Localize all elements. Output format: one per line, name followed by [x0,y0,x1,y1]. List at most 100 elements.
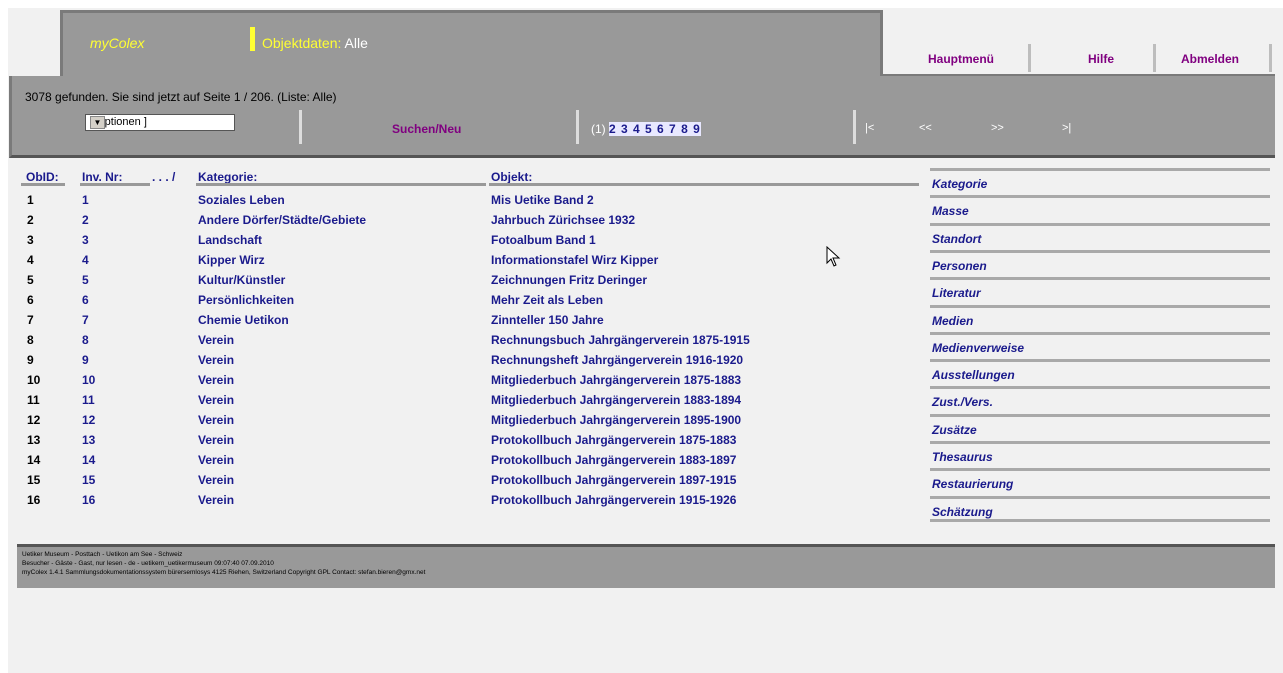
side-menu-item[interactable]: Standort [930,222,1280,249]
row-objekt-link[interactable]: Jahrbuch Zürichsee 1932 [491,213,635,227]
side-menu-link[interactable]: Zust./Vers. [932,395,993,409]
row-kategorie-link[interactable]: Verein [198,493,234,507]
table-row[interactable]: 7 7 Chemie Uetikon Zinnteller 150 Jahre [20,313,920,333]
column-header-id[interactable]: ObID: [26,170,59,184]
row-kategorie-link[interactable]: Verein [198,453,234,467]
table-row[interactable]: 16 16 Verein Protokollbuch Jahrgängerverein… [20,493,920,513]
table-row[interactable]: 9 9 Verein Rechnungsheft Jahrgängerverein 1… [20,353,920,373]
last-page-button[interactable]: >| [1062,122,1071,134]
row-inv-link[interactable]: 1 [82,193,89,207]
row-kategorie-link[interactable]: Andere Dörfer/Städte/Gebiete [198,213,366,227]
row-kategorie-link[interactable]: Verein [198,473,234,487]
first-page-button[interactable]: |< [865,122,874,134]
side-menu-item[interactable]: Thesaurus [930,441,1280,467]
side-menu-link[interactable]: Ausstellungen [932,368,1015,382]
previous-page-button[interactable]: << [919,122,932,134]
row-kategorie-link[interactable]: Kipper Wirz [198,253,265,267]
row-objekt-link[interactable]: Mitgliederbuch Jahrgängerverein 1883-189… [491,393,741,407]
table-row[interactable]: 11 11 Verein Mitgliederbuch Jahrgängerverei… [20,393,920,413]
side-menu-link[interactable]: Restaurierung [932,477,1013,491]
column-header-kategorie[interactable]: Kategorie: [198,170,257,184]
row-inv-link[interactable]: 6 [82,293,89,307]
row-kategorie-link[interactable]: Landschaft [198,233,262,247]
row-inv-link[interactable]: 13 [82,433,95,447]
row-objekt-link[interactable]: Mitgliederbuch Jahrgängerverein 1895-190… [491,413,741,427]
row-kategorie-link[interactable]: Kultur/Künstler [198,273,285,287]
side-menu-link[interactable]: Medien [932,314,973,328]
row-kategorie-link[interactable]: Persönlichkeiten [198,293,294,307]
table-row[interactable]: 10 10 Verein Mitgliederbuch Jahrgängerverei… [20,373,920,393]
page-number-links[interactable]: 2 3 4 5 6 7 8 9 [609,122,701,136]
row-objekt-link[interactable]: Rechnungsbuch Jahrgängerverein 1875-1915 [491,333,750,347]
table-row[interactable]: 13 13 Verein Protokollbuch Jahrgängerverein… [20,433,920,453]
row-objekt-link[interactable]: Informationstafel Wirz Kipper [491,253,658,267]
side-menu-item[interactable]: Medienverweise [930,331,1280,358]
row-objekt-link[interactable]: Mis Uetike Band 2 [491,193,594,207]
table-row[interactable]: 8 8 Verein Rechnungsbuch Jahrgängerverein 1… [20,333,920,353]
side-menu-item[interactable]: Kategorie [930,168,1280,194]
row-kategorie-link[interactable]: Verein [198,373,234,387]
help-link[interactable]: Hilfe [1088,52,1114,66]
table-row[interactable]: 6 6 Persönlichkeiten Mehr Zeit als Leben [20,293,920,313]
table-row[interactable]: 15 15 Verein Protokollbuch Jahrgängerverein… [20,473,920,493]
side-menu-link[interactable]: Personen [932,259,987,273]
row-inv-link[interactable]: 5 [82,273,89,287]
row-objekt-link[interactable]: Protokollbuch Jahrgängerverein 1883-1897 [491,453,736,467]
row-objekt-link[interactable]: Rechnungsheft Jahrgängerverein 1916-1920 [491,353,743,367]
row-kategorie-link[interactable]: Soziales Leben [198,193,285,207]
chevron-down-icon[interactable]: ▼ [90,116,105,129]
side-menu-link[interactable]: Thesaurus [932,450,993,464]
row-inv-link[interactable]: 7 [82,313,89,327]
row-inv-link[interactable]: 16 [82,493,95,507]
column-header-dots[interactable]: . . . / [152,170,175,184]
side-menu-link[interactable]: Masse [932,204,969,218]
logout-link[interactable]: Abmelden [1181,52,1239,66]
row-kategorie-link[interactable]: Verein [198,413,234,427]
table-row[interactable]: 3 3 Landschaft Fotoalbum Band 1 [20,233,920,253]
side-menu-item[interactable]: Schätzung [930,495,1280,522]
side-menu-item[interactable]: Literatur [930,277,1280,303]
row-inv-link[interactable]: 11 [82,393,95,407]
row-inv-link[interactable]: 9 [82,353,89,367]
table-row[interactable]: 4 4 Kipper Wirz Informationstafel Wirz Kipp… [20,253,920,273]
side-menu-item[interactable]: Masse [930,195,1280,221]
side-menu-item[interactable]: Ausstellungen [930,359,1280,385]
row-inv-link[interactable]: 4 [82,253,89,267]
side-menu-link[interactable]: Standort [932,232,981,246]
row-kategorie-link[interactable]: Verein [198,393,234,407]
side-menu-item[interactable]: Personen [930,249,1280,276]
row-inv-link[interactable]: 2 [82,213,89,227]
column-header-inv[interactable]: Inv. Nr: [82,170,122,184]
row-objekt-link[interactable]: Mitgliederbuch Jahrgängerverein 1875-188… [491,373,741,387]
table-row[interactable]: 5 5 Kultur/Künstler Zeichnungen Fritz Derin… [20,273,920,293]
row-inv-link[interactable]: 14 [82,453,95,467]
row-objekt-link[interactable]: Protokollbuch Jahrgängerverein 1875-1883 [491,433,736,447]
side-menu-link[interactable]: Medienverweise [932,341,1024,355]
row-objekt-link[interactable]: Fotoalbum Band 1 [491,233,596,247]
side-menu-link[interactable]: Zusätze [932,423,977,437]
options-select[interactable]: [ Optionen ] ▼ [85,114,235,131]
row-kategorie-link[interactable]: Verein [198,433,234,447]
row-objekt-link[interactable]: Zinnteller 150 Jahre [491,313,604,327]
row-objekt-link[interactable]: Protokollbuch Jahrgängerverein 1897-1915 [491,473,736,487]
table-row[interactable]: 14 14 Verein Protokollbuch Jahrgängerverein… [20,453,920,473]
main-menu-link[interactable]: Hauptmenü [928,52,994,66]
row-inv-link[interactable]: 15 [82,473,95,487]
row-objekt-link[interactable]: Protokollbuch Jahrgängerverein 1915-1926 [491,493,736,507]
row-kategorie-link[interactable]: Verein [198,353,234,367]
row-kategorie-link[interactable]: Verein [198,333,234,347]
row-objekt-link[interactable]: Mehr Zeit als Leben [491,293,603,307]
row-inv-link[interactable]: 10 [82,373,95,387]
search-new-link[interactable]: Suchen/Neu [392,122,461,136]
side-menu-link[interactable]: Schätzung [932,505,993,519]
table-row[interactable]: 2 2 Andere Dörfer/Städte/Gebiete Jahrbuch Z… [20,213,920,233]
side-menu-link[interactable]: Kategorie [932,177,987,191]
side-menu-item[interactable]: Restaurierung [930,468,1280,494]
row-inv-link[interactable]: 12 [82,413,95,427]
row-inv-link[interactable]: 8 [82,333,89,347]
table-row[interactable]: 12 12 Verein Mitgliederbuch Jahrgängerverei… [20,413,920,433]
column-header-objekt[interactable]: Objekt: [491,170,532,184]
side-menu-item[interactable]: Zust./Vers. [930,386,1280,412]
side-menu-item[interactable]: Medien [930,304,1280,331]
row-inv-link[interactable]: 3 [82,233,89,247]
